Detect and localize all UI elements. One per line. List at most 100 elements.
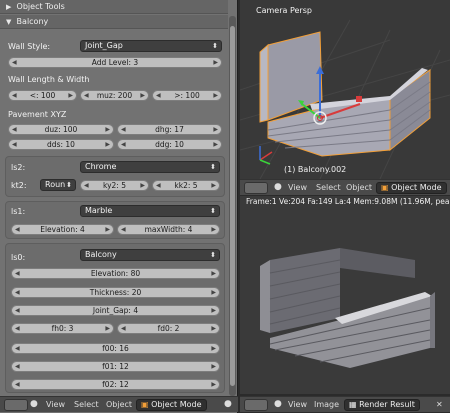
dds-field[interactable]: ◀ dds: 10 ▶ <box>8 139 114 150</box>
ls1-dropdown[interactable]: Marble ⬍ <box>80 205 220 217</box>
ls1-value: Marble <box>85 206 113 215</box>
view-dot-icon[interactable]: ● <box>274 182 282 192</box>
ls0-dropdown[interactable]: Balcony ⬍ <box>80 249 220 261</box>
f02-value: f02: 12 <box>102 380 129 389</box>
add-level-field[interactable]: ◀ Add Level: 3 ▶ <box>8 57 222 68</box>
balcony-object[interactable] <box>259 31 431 157</box>
expand-triangle-icon[interactable]: ▼ <box>6 15 14 29</box>
decrement-arrow-icon[interactable]: ◀ <box>12 58 17 67</box>
editor-type-icon[interactable] <box>244 399 268 411</box>
increment-arrow-icon[interactable]: ▶ <box>68 91 73 100</box>
decrement-arrow-icon[interactable]: ◀ <box>12 125 17 134</box>
f00-field[interactable]: ◀ f00: 16 ▶ <box>11 343 220 354</box>
wall-muz-value: muz: 200 <box>96 91 133 100</box>
increment-arrow-icon[interactable]: ▶ <box>105 140 110 149</box>
decrement-arrow-icon[interactable]: ◀ <box>121 225 126 234</box>
wall-left-field[interactable]: ◀ <: 100 ▶ <box>8 90 77 101</box>
kk2-field[interactable]: ◀ kk2: 5 ▶ <box>152 180 220 191</box>
ddg-field[interactable]: ◀ ddg: 10 ▶ <box>117 139 222 150</box>
dhg-field[interactable]: ◀ dhg: 17 ▶ <box>117 124 222 135</box>
kt2-dropdown[interactable]: Roun ⬍ <box>40 179 76 191</box>
fd0-field[interactable]: ◀ fd0: 2 ▶ <box>117 323 220 334</box>
increment-arrow-icon[interactable]: ▶ <box>140 181 145 190</box>
wall-muz-field[interactable]: ◀ muz: 200 ▶ <box>80 90 149 101</box>
decrement-arrow-icon[interactable]: ◀ <box>15 269 20 278</box>
object-mode-dropdown[interactable]: ▣ Object Mode <box>136 399 207 411</box>
collapse-triangle-icon[interactable]: ▶ <box>6 0 14 14</box>
increment-arrow-icon[interactable]: ▶ <box>105 324 110 333</box>
f01-field[interactable]: ◀ f01: 12 ▶ <box>11 361 220 372</box>
decrement-arrow-icon[interactable]: ◀ <box>12 140 17 149</box>
panel-scrollbar[interactable] <box>229 16 236 396</box>
render-result-dropdown[interactable]: ▦ Render Result <box>344 399 420 411</box>
increment-arrow-icon[interactable]: ▶ <box>211 380 216 389</box>
menu-object[interactable]: Object <box>106 400 132 409</box>
decrement-arrow-icon[interactable]: ◀ <box>121 324 126 333</box>
decrement-arrow-icon[interactable]: ◀ <box>121 140 126 149</box>
increment-arrow-icon[interactable]: ▶ <box>211 225 216 234</box>
duz-field[interactable]: ◀ duz: 100 ▶ <box>8 124 114 135</box>
menu-select[interactable]: Select <box>74 400 99 409</box>
increment-arrow-icon[interactable]: ▶ <box>211 344 216 353</box>
decrement-arrow-icon[interactable]: ◀ <box>156 91 161 100</box>
elevation4-field[interactable]: ◀ Elevation: 4 ▶ <box>11 224 114 235</box>
increment-arrow-icon[interactable]: ▶ <box>213 91 218 100</box>
decrement-arrow-icon[interactable]: ◀ <box>15 362 20 371</box>
decrement-arrow-icon[interactable]: ◀ <box>15 380 20 389</box>
decrement-arrow-icon[interactable]: ◀ <box>15 306 20 315</box>
increment-arrow-icon[interactable]: ▶ <box>105 225 110 234</box>
increment-arrow-icon[interactable]: ▶ <box>211 181 216 190</box>
increment-arrow-icon[interactable]: ▶ <box>140 91 145 100</box>
increment-arrow-icon[interactable]: ▶ <box>213 125 218 134</box>
object-tools-header[interactable]: ▶ Object Tools <box>0 0 228 14</box>
menu-view[interactable]: View <box>46 400 65 409</box>
decrement-arrow-icon[interactable]: ◀ <box>156 181 161 190</box>
menu-view[interactable]: View <box>288 400 307 409</box>
decrement-arrow-icon[interactable]: ◀ <box>15 344 20 353</box>
increment-arrow-icon[interactable]: ▶ <box>211 306 216 315</box>
menu-select[interactable]: Select <box>316 183 341 192</box>
maxwidth4-field[interactable]: ◀ maxWidth: 4 ▶ <box>117 224 220 235</box>
render-view[interactable] <box>240 208 450 394</box>
view-dot-icon[interactable]: ● <box>274 399 282 409</box>
increment-arrow-icon[interactable]: ▶ <box>211 269 216 278</box>
decrement-arrow-icon[interactable]: ◀ <box>12 91 17 100</box>
increment-arrow-icon[interactable]: ▶ <box>211 288 216 297</box>
fh0-field[interactable]: ◀ fh0: 3 ▶ <box>11 323 114 334</box>
increment-arrow-icon[interactable]: ▶ <box>105 125 110 134</box>
ls2-dropdown[interactable]: Chrome ⬍ <box>80 161 220 173</box>
thickness20-field[interactable]: ◀ Thickness: 20 ▶ <box>11 287 220 298</box>
object-mode-dropdown[interactable]: ▣ Object Mode <box>376 182 447 194</box>
menu-view[interactable]: View <box>288 183 307 192</box>
increment-arrow-icon[interactable]: ▶ <box>213 140 218 149</box>
wall-style-dropdown[interactable]: Joint_Gap ⬍ <box>80 40 222 52</box>
menu-object[interactable]: Object <box>346 183 372 192</box>
decrement-arrow-icon[interactable]: ◀ <box>15 225 20 234</box>
scrollbar-thumb[interactable] <box>230 26 235 386</box>
decrement-arrow-icon[interactable]: ◀ <box>15 288 20 297</box>
increment-arrow-icon[interactable]: ▶ <box>211 324 216 333</box>
3d-viewport[interactable]: Camera Persp (1) Balcony.002 <box>240 0 450 179</box>
editor-type-icon[interactable] <box>4 399 28 411</box>
menu-image[interactable]: Image <box>314 400 339 409</box>
close-icon[interactable]: ✕ <box>436 400 443 409</box>
ls2-value: Chrome <box>85 162 117 171</box>
dropdown-arrow-icon: ⬍ <box>210 163 216 171</box>
balcony-panel-header[interactable]: ▼ Balcony <box>0 15 228 29</box>
ddg-value: ddg: 10 <box>155 140 184 149</box>
increment-arrow-icon[interactable]: ▶ <box>213 58 218 67</box>
add-level-value: Add Level: 3 <box>91 58 139 67</box>
shading-sphere-icon[interactable]: ● <box>224 399 232 409</box>
decrement-arrow-icon[interactable]: ◀ <box>15 324 20 333</box>
view-dot-icon[interactable]: ● <box>30 399 38 409</box>
decrement-arrow-icon[interactable]: ◀ <box>121 125 126 134</box>
jointgap4-field[interactable]: ◀ Joint_Gap: 4 ▶ <box>11 305 220 316</box>
wall-right-field[interactable]: ◀ >: 100 ▶ <box>152 90 222 101</box>
editor-type-icon[interactable] <box>244 182 268 194</box>
f02-field[interactable]: ◀ f02: 12 ▶ <box>11 379 220 390</box>
decrement-arrow-icon[interactable]: ◀ <box>84 181 89 190</box>
decrement-arrow-icon[interactable]: ◀ <box>84 91 89 100</box>
elevation80-field[interactable]: ◀ Elevation: 80 ▶ <box>11 268 220 279</box>
increment-arrow-icon[interactable]: ▶ <box>211 362 216 371</box>
ky2-field[interactable]: ◀ ky2: 5 ▶ <box>80 180 149 191</box>
